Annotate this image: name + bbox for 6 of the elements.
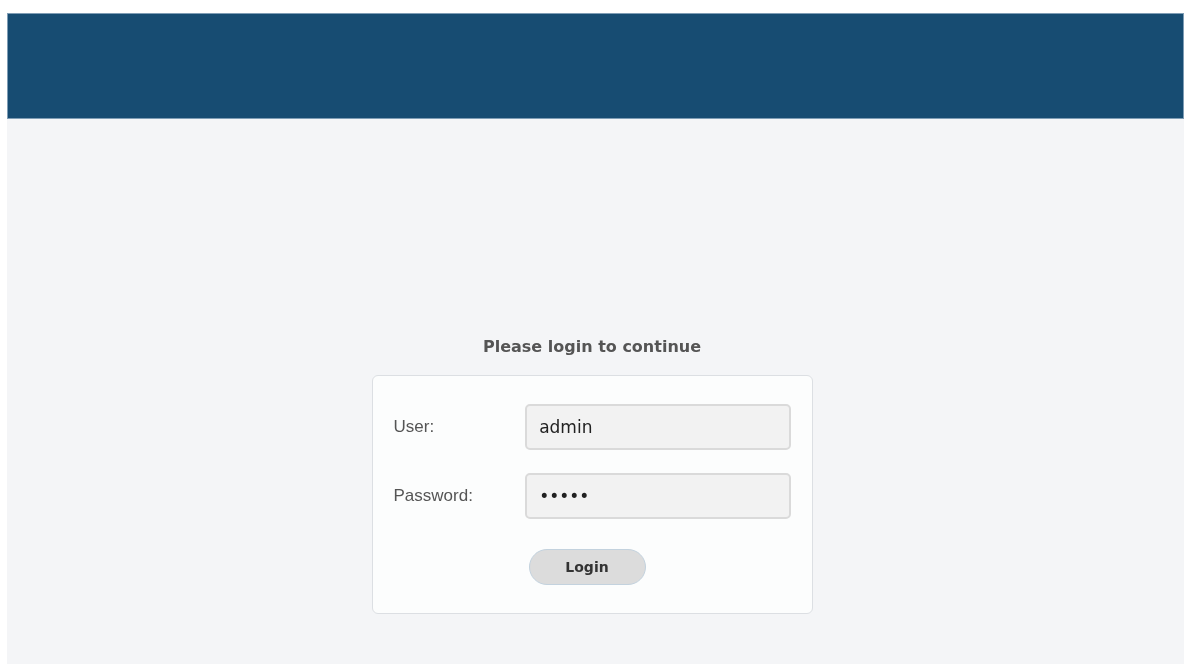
- field-label: Password:: [393, 485, 474, 508]
- login-heading: Please login to continue: [483, 339, 701, 355]
- input-field[interactable]: admin: [525, 404, 791, 450]
- login-button[interactable]: Login: [528, 549, 646, 585]
- field-label: User:: [393, 416, 436, 439]
- input-field[interactable]: •••••: [525, 473, 791, 519]
